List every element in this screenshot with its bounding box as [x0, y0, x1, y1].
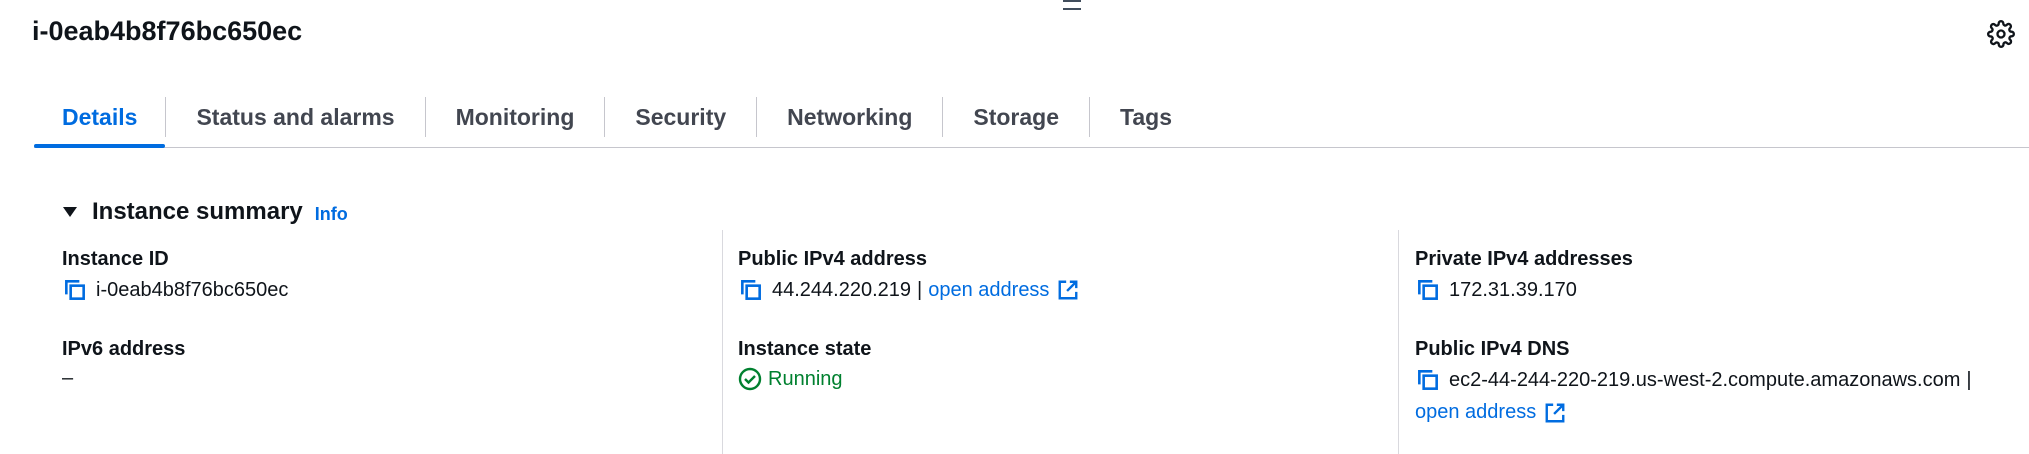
ipv6-field: IPv6 address –	[62, 338, 185, 390]
page-title: i-0eab4b8f76bc650ec	[32, 16, 303, 46]
private-ipv4-value: 172.31.39.170	[1449, 278, 1577, 301]
separator: |	[917, 278, 923, 301]
column-divider	[722, 230, 723, 454]
copy-icon[interactable]	[738, 277, 764, 303]
ipv6-value: –	[62, 367, 74, 389]
copy-icon[interactable]	[62, 277, 88, 303]
tab-networking[interactable]: Networking	[757, 88, 942, 147]
tab-security[interactable]: Security	[605, 88, 756, 147]
public-ipv4-value: 44.244.220.219	[772, 278, 912, 301]
public-dns-value: ec2-44-244-220-219.us-west-2.compute.ama…	[1449, 368, 1961, 391]
info-link[interactable]: Info	[315, 204, 348, 225]
instance-state-label: Instance state	[738, 338, 872, 360]
instance-summary-header: Instance summary Info	[62, 198, 348, 226]
tab-status-and-alarms[interactable]: Status and alarms	[166, 88, 424, 147]
instance-id-value: i-0eab4b8f76bc650ec	[96, 278, 289, 301]
instance-state-field: Instance state Running	[738, 338, 871, 391]
section-title[interactable]: Instance summary	[92, 198, 303, 226]
copy-icon[interactable]	[1415, 277, 1441, 303]
external-link-icon[interactable]	[1544, 402, 1566, 424]
ipv6-label: IPv6 address	[62, 338, 186, 360]
tab-tags[interactable]: Tags	[1090, 88, 1202, 147]
status-badge: Running	[768, 367, 843, 390]
drag-handle-icon[interactable]	[1063, 0, 1081, 10]
open-address-link[interactable]: open address	[1415, 401, 1536, 424]
instance-id-field: Instance ID i-0eab4b8f76bc650ec	[62, 248, 288, 303]
private-ipv4-field: Private IPv4 addresses 172.31.39.170	[1415, 248, 1633, 303]
public-ipv4-field: Public IPv4 address 44.244.220.219 | ope…	[738, 248, 1079, 303]
caret-down-icon[interactable]	[62, 204, 78, 220]
instance-details-panel: i-0eab4b8f76bc650ec Details Status and a…	[0, 0, 2029, 454]
copy-icon[interactable]	[1415, 367, 1441, 393]
tab-storage[interactable]: Storage	[943, 88, 1089, 147]
open-address-link[interactable]: open address	[928, 279, 1049, 302]
instance-id-label: Instance ID	[62, 248, 169, 270]
external-link-icon[interactable]	[1057, 279, 1079, 301]
column-divider	[1398, 230, 1399, 454]
detail-tabs: Details Status and alarms Monitoring Sec…	[34, 88, 2029, 148]
gear-icon[interactable]	[1987, 20, 2015, 48]
tab-details[interactable]: Details	[34, 88, 166, 148]
separator: |	[1966, 368, 1972, 391]
public-dns-field: Public IPv4 DNS ec2-44-244-220-219.us-we…	[1415, 338, 1978, 424]
private-ipv4-label: Private IPv4 addresses	[1415, 248, 1633, 270]
public-ipv4-label: Public IPv4 address	[738, 248, 927, 270]
tab-monitoring[interactable]: Monitoring	[426, 88, 605, 147]
public-dns-label: Public IPv4 DNS	[1415, 338, 1570, 360]
check-circle-icon	[738, 367, 762, 391]
